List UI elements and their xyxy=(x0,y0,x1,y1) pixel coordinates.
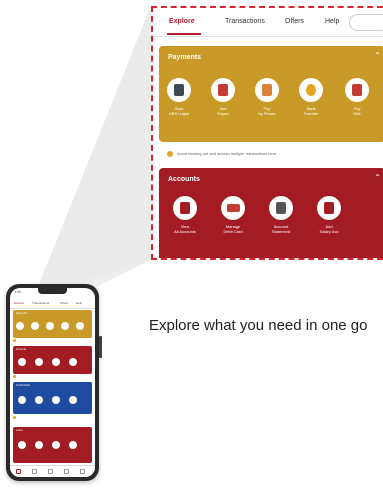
collapse-icon[interactable]: ⌃ xyxy=(374,173,381,182)
account-shortcut-icon[interactable] xyxy=(52,358,60,366)
card-shortcut-icon[interactable] xyxy=(52,396,60,404)
accounts-section: Accounts ⌃ View All Accounts Manage Debi… xyxy=(159,168,383,258)
accounts-title: Accounts xyxy=(168,176,200,183)
accounts-item-label: Manage Debit Card xyxy=(223,224,243,234)
accounts-item-label: View All Accounts xyxy=(174,224,196,234)
status-time: 1:25 xyxy=(15,290,21,294)
accounts-item-label: Add Salary Acc xyxy=(319,224,339,234)
accounts-item-statement[interactable]: Account Statement xyxy=(261,196,301,234)
info-icon xyxy=(167,150,173,157)
accounts-item-debit-card[interactable]: Manage Debit Card xyxy=(213,196,253,234)
info-banner[interactable]: Avoid missing out and access multiple tr… xyxy=(167,148,377,160)
phone-notch xyxy=(38,288,67,294)
transfer-icon xyxy=(306,84,316,96)
payment-shortcut-icon[interactable] xyxy=(31,322,39,330)
info-icon xyxy=(13,339,16,342)
card-shortcut-icon[interactable] xyxy=(35,396,43,404)
payment-shortcut-icon[interactable] xyxy=(76,322,84,330)
loan-shortcut-icon[interactable] xyxy=(52,441,60,449)
explore-tab-bar: Explore Transactions Offers Help xyxy=(153,8,383,37)
payments-item-scan[interactable]: Scan DBS Lugas xyxy=(159,78,199,116)
tab-explore[interactable]: Explore xyxy=(14,301,24,305)
phone-payments-section: Payments xyxy=(13,310,92,338)
loan-shortcut-icon[interactable] xyxy=(18,441,26,449)
more-nav-icon[interactable] xyxy=(80,469,85,474)
tab-help[interactable]: Help xyxy=(76,301,82,305)
phone-info-banner[interactable] xyxy=(13,416,92,421)
payments-item-label: Pay Bills xyxy=(353,106,361,116)
phone-pay-icon xyxy=(262,84,272,96)
payment-shortcut-icon[interactable] xyxy=(61,322,69,330)
bills-icon xyxy=(352,84,362,96)
payments-section: Payments ⌃ Scan DBS Lugas Add Payee Pay … xyxy=(159,46,383,142)
qr-scan-icon xyxy=(174,84,184,96)
phone-side-button xyxy=(99,336,102,358)
payments-item-pay-phone[interactable]: Pay by Phone xyxy=(247,78,287,116)
section-title: Credit Cards xyxy=(16,384,31,387)
add-payee-icon xyxy=(218,84,228,96)
tab-explore[interactable]: Explore xyxy=(169,18,195,25)
debit-card-icon xyxy=(226,204,240,212)
section-title: Loans xyxy=(16,429,23,432)
payments-item-transfer[interactable]: Bank Transfer xyxy=(291,78,331,116)
account-shortcut-icon[interactable] xyxy=(35,358,43,366)
view-accounts-icon xyxy=(180,202,190,214)
phone-accounts-section: Accounts xyxy=(13,346,92,374)
account-shortcut-icon[interactable] xyxy=(18,358,26,366)
home-icon[interactable] xyxy=(16,469,21,474)
account-shortcut-icon[interactable] xyxy=(69,358,77,366)
payments-item-label: Bank Transfer xyxy=(303,106,319,116)
phone-info-banner[interactable] xyxy=(13,375,92,380)
accounts-item-view[interactable]: View All Accounts xyxy=(165,196,205,234)
collapse-icon[interactable]: ⌃ xyxy=(374,51,381,60)
phone-screen: 1:25 Explore Transactions Offers Help Pa… xyxy=(10,288,95,477)
phone-loans-section: Loans xyxy=(13,427,92,463)
tab-help[interactable]: Help xyxy=(325,18,339,25)
feature-caption: Explore what you need in one go xyxy=(149,317,368,334)
payment-shortcut-icon[interactable] xyxy=(16,322,24,330)
card-shortcut-icon[interactable] xyxy=(69,396,77,404)
accounts-nav-icon[interactable] xyxy=(32,469,37,474)
payments-item-label: Add Payee xyxy=(217,106,229,116)
payments-item-label: Scan DBS Lugas xyxy=(168,106,190,116)
loan-shortcut-icon[interactable] xyxy=(35,441,43,449)
info-text: Avoid missing out and access multiple tr… xyxy=(177,151,277,156)
phone-mockup: 1:25 Explore Transactions Offers Help Pa… xyxy=(6,284,99,481)
tab-offers[interactable]: Offers xyxy=(285,18,304,25)
section-title: Accounts xyxy=(16,348,27,351)
statement-icon xyxy=(276,202,286,214)
phone-tab-bar: Explore Transactions Offers Help xyxy=(10,297,95,309)
zoomed-explore-panel: Explore Transactions Offers Help Payment… xyxy=(151,6,383,260)
payments-title: Payments xyxy=(168,54,202,61)
accounts-item-add[interactable]: Add Salary Acc xyxy=(309,196,349,234)
loan-shortcut-icon[interactable] xyxy=(69,441,77,449)
card-shortcut-icon[interactable] xyxy=(18,396,26,404)
add-account-icon xyxy=(324,202,334,214)
tab-transactions[interactable]: Transactions xyxy=(225,18,265,25)
info-icon xyxy=(13,375,16,378)
pay-nav-icon[interactable] xyxy=(48,469,53,474)
info-icon xyxy=(13,416,16,419)
rewards-nav-icon[interactable] xyxy=(64,469,69,474)
active-tab-underline xyxy=(167,33,201,35)
tab-transactions[interactable]: Transactions xyxy=(32,301,49,305)
search-pill[interactable] xyxy=(349,14,383,31)
accounts-item-label: Account Statement xyxy=(271,224,291,234)
payments-item-bills[interactable]: Pay Bills xyxy=(337,78,377,116)
bottom-nav-bar xyxy=(10,465,95,477)
payments-item-label: Pay by Phone xyxy=(258,106,276,116)
phone-info-banner[interactable] xyxy=(13,339,92,344)
section-title: Payments xyxy=(16,312,28,315)
payment-shortcut-icon[interactable] xyxy=(46,322,54,330)
phone-credit-cards-section: Credit Cards xyxy=(13,382,92,414)
payments-item-add-payee[interactable]: Add Payee xyxy=(203,78,243,116)
tab-offers[interactable]: Offers xyxy=(60,301,68,305)
